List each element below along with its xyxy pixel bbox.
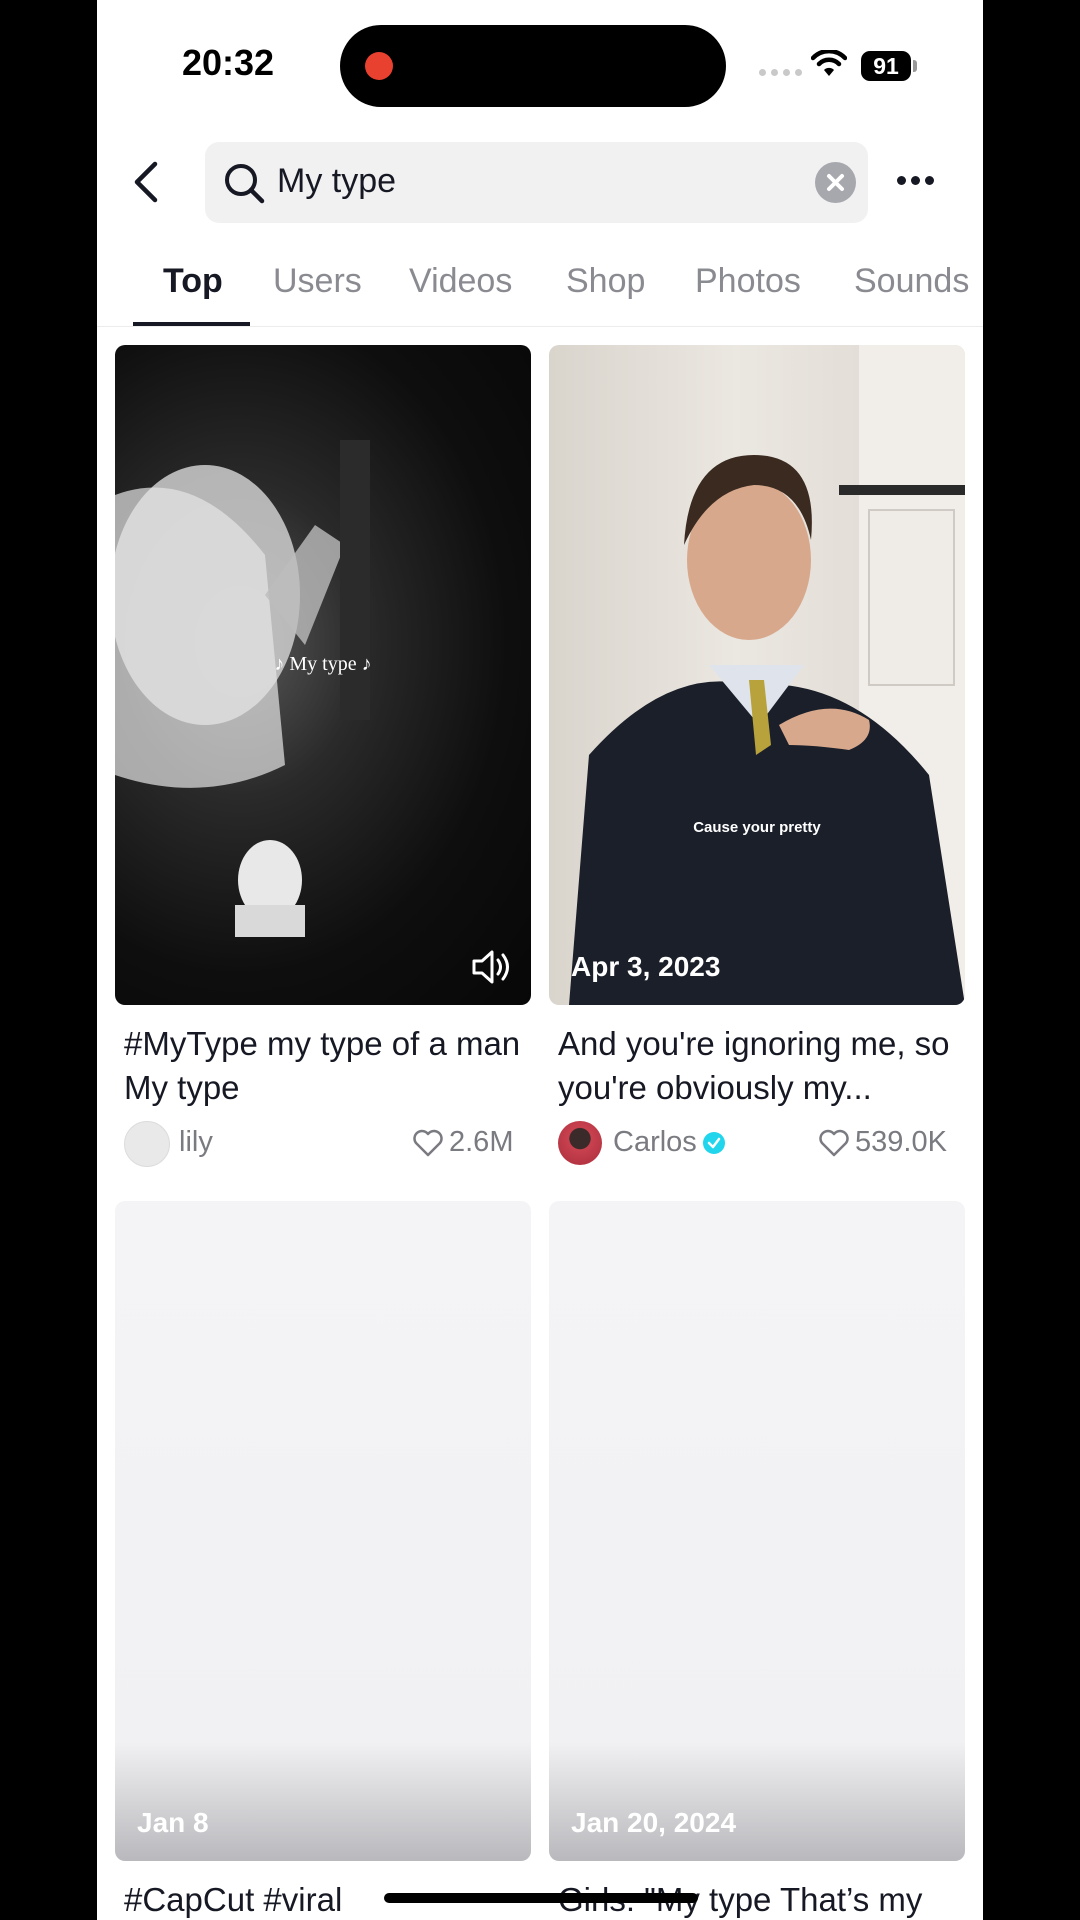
more-icon[interactable] [897, 176, 934, 185]
clear-icon [827, 174, 844, 191]
video-thumbnail[interactable]: Jan 8 [115, 1201, 531, 1861]
search-query: My type [277, 162, 397, 200]
dynamic-island [340, 25, 726, 107]
video-date: Jan 20, 2024 [571, 1807, 737, 1838]
search-input[interactable]: My type [205, 142, 868, 223]
verified-icon [703, 1132, 725, 1154]
avatar[interactable] [558, 1121, 602, 1165]
tab-shop[interactable]: Shop [566, 262, 645, 301]
search-icon [225, 164, 265, 204]
like-count-value: 539.0K [855, 1126, 947, 1158]
heart-icon [819, 1129, 849, 1156]
tab-photos[interactable]: Photos [695, 262, 801, 301]
video-thumbnail[interactable]: Jan 20, 2024 [549, 1201, 965, 1861]
active-tab-indicator [133, 322, 250, 326]
author-name[interactable]: lily [179, 1126, 213, 1159]
tab-videos[interactable]: Videos [409, 262, 512, 301]
like-count-value: 2.6M [449, 1126, 514, 1158]
tab-top[interactable]: Top [163, 262, 223, 301]
tab-users[interactable]: Users [273, 262, 362, 301]
like-count: 539.0K [819, 1126, 947, 1159]
video-thumbnail[interactable]: Cause your pretty Apr 3, 2023 [549, 345, 965, 1005]
like-count: 2.6M [413, 1126, 513, 1159]
clear-search-button[interactable] [815, 162, 856, 203]
thumbnail-caption: ♪ My type ♪ [274, 653, 372, 675]
video-thumbnail[interactable]: ♪ My type ♪ [115, 345, 531, 1005]
video-date: Apr 3, 2023 [571, 951, 721, 982]
heart-icon [413, 1129, 443, 1156]
battery-tip [913, 60, 917, 72]
back-arrow-icon[interactable] [127, 160, 167, 204]
video-date: Jan 8 [137, 1807, 209, 1838]
status-time: 20:32 [182, 42, 275, 83]
author-name[interactable]: Carlos [613, 1126, 697, 1159]
search-results-screen: 20:32 91 My type Top Users Videos Shop P… [97, 0, 983, 1920]
cellular-signal-icon [759, 69, 802, 76]
video-title[interactable]: #MyType my type of a man My type [124, 1022, 524, 1110]
video-title[interactable]: And you're ignoring me, so you're obviou… [558, 1022, 958, 1110]
battery-indicator: 91 [861, 51, 911, 81]
home-indicator[interactable] [384, 1893, 698, 1903]
sound-on-icon[interactable] [471, 947, 513, 987]
thumbnail-image [569, 345, 965, 1005]
wifi-icon [811, 50, 847, 76]
avatar[interactable] [124, 1121, 170, 1167]
thumbnail-caption: Cause your pretty [693, 819, 821, 836]
recording-indicator [365, 52, 393, 80]
results-tabs: Top Users Videos Shop Photos Sounds [97, 258, 983, 327]
tab-sounds[interactable]: Sounds [854, 262, 969, 301]
